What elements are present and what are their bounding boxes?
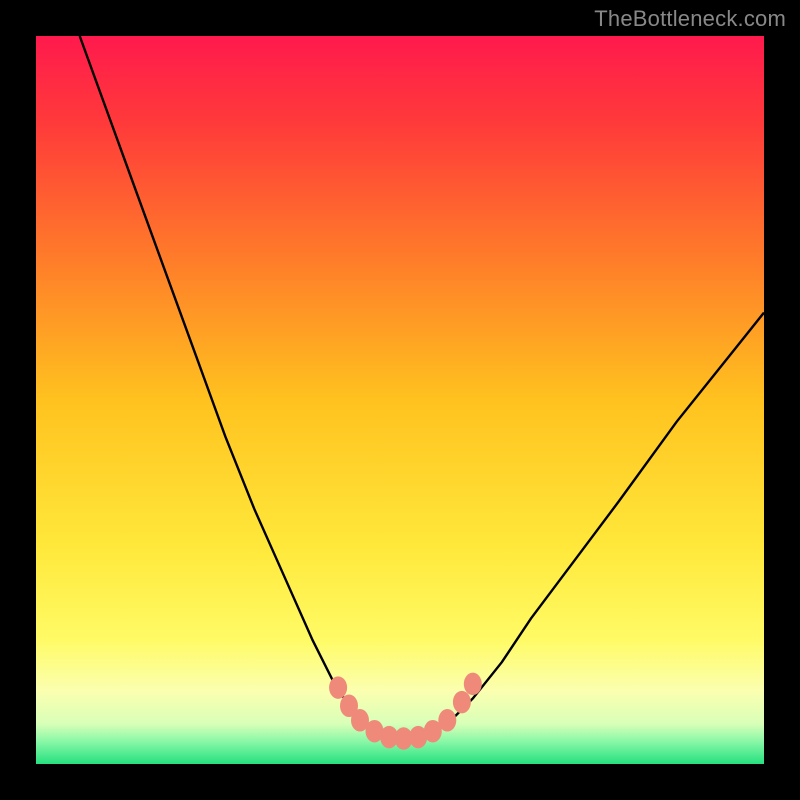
valley-marker: [464, 673, 482, 696]
bottleneck-chart: [0, 0, 800, 800]
plot-background: [36, 36, 764, 764]
chart-frame: TheBottleneck.com: [0, 0, 800, 800]
valley-marker: [329, 676, 347, 699]
valley-marker: [438, 709, 456, 732]
attribution-watermark: TheBottleneck.com: [594, 6, 786, 32]
valley-marker: [453, 691, 471, 714]
